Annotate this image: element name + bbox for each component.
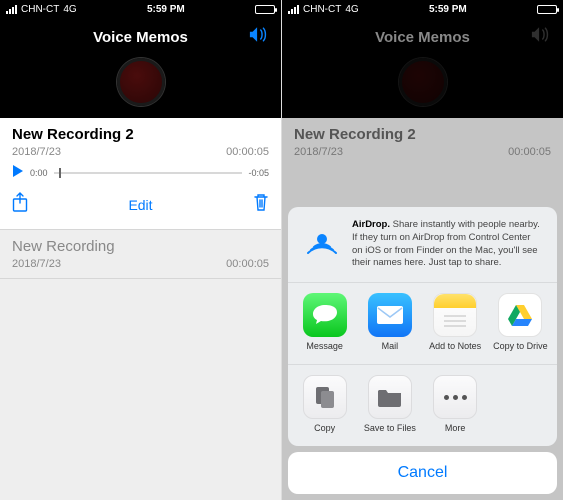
status-time: 5:59 PM bbox=[147, 4, 185, 15]
drive-icon bbox=[498, 293, 542, 337]
app-header: Voice Memos bbox=[282, 18, 563, 56]
trash-icon[interactable] bbox=[253, 192, 269, 217]
carrier-label: CHN-CT bbox=[303, 4, 341, 15]
share-label: Copy bbox=[314, 424, 335, 434]
record-button[interactable] bbox=[117, 58, 165, 106]
record-area bbox=[282, 56, 563, 118]
edit-button[interactable]: Edit bbox=[128, 197, 152, 213]
app-header: Voice Memos bbox=[0, 18, 281, 56]
notes-icon bbox=[433, 293, 477, 337]
cancel-button[interactable]: Cancel bbox=[288, 452, 557, 494]
recording-title: New Recording 2 bbox=[294, 126, 551, 143]
speaker-icon bbox=[529, 26, 551, 49]
status-time: 5:59 PM bbox=[429, 4, 467, 15]
recordings-list: New Recording 2 2018/7/23 00:00:05 0:00 … bbox=[0, 118, 281, 500]
more-icon bbox=[433, 375, 477, 419]
status-bar: CHN-CT 4G 5:59 PM bbox=[282, 0, 563, 18]
scrubber-thumb[interactable] bbox=[59, 168, 61, 178]
system-share-row: Copy Save to Files More bbox=[288, 364, 557, 446]
playback-start: 0:00 bbox=[30, 168, 48, 178]
recording-item-dimmed: New Recording 2 2018/7/23 00:00:05 bbox=[282, 118, 563, 166]
audio-player: 0:00 -0:05 Edit bbox=[12, 164, 269, 221]
recording-duration: 00:00:05 bbox=[226, 146, 269, 158]
recording-date: 2018/7/23 bbox=[294, 146, 343, 158]
scrubber-track[interactable] bbox=[54, 172, 243, 174]
share-sheet: AirDrop. Share instantly with people nea… bbox=[288, 207, 557, 494]
page-title: Voice Memos bbox=[93, 29, 188, 46]
mail-icon bbox=[368, 293, 412, 337]
carrier-label: CHN-CT bbox=[21, 4, 59, 15]
play-icon[interactable] bbox=[12, 164, 24, 182]
action-more[interactable]: More bbox=[423, 375, 488, 434]
recording-title: New Recording bbox=[12, 238, 269, 255]
record-area bbox=[0, 56, 281, 118]
share-mail[interactable]: Mail bbox=[357, 293, 422, 352]
action-copy[interactable]: Copy bbox=[292, 375, 357, 434]
signal-icon bbox=[288, 5, 299, 14]
network-label: 4G bbox=[63, 4, 76, 15]
record-button bbox=[399, 58, 447, 106]
copy-icon bbox=[303, 375, 347, 419]
recording-item[interactable]: New Recording 2018/7/23 00:00:05 bbox=[0, 230, 281, 279]
signal-icon bbox=[6, 5, 17, 14]
speaker-icon[interactable] bbox=[247, 26, 269, 49]
message-icon bbox=[303, 293, 347, 337]
recording-date: 2018/7/23 bbox=[12, 258, 61, 270]
airdrop-row[interactable]: AirDrop. Share instantly with people nea… bbox=[288, 207, 557, 283]
share-label: More bbox=[445, 424, 466, 434]
voice-memos-share-screen: CHN-CT 4G 5:59 PM Voice Memos New Record… bbox=[282, 0, 563, 500]
share-label: Add to Notes bbox=[429, 342, 481, 352]
share-label: Copy to Drive bbox=[493, 342, 548, 352]
share-drive[interactable]: Copy to Drive bbox=[488, 293, 553, 352]
share-notes[interactable]: Add to Notes bbox=[423, 293, 488, 352]
share-message[interactable]: Message bbox=[292, 293, 357, 352]
recording-title: New Recording 2 bbox=[12, 126, 269, 143]
modal-overlay[interactable]: New Recording 2 2018/7/23 00:00:05 AirDr… bbox=[282, 118, 563, 500]
share-label: Mail bbox=[382, 342, 399, 352]
page-title: Voice Memos bbox=[375, 29, 470, 46]
battery-icon bbox=[255, 5, 275, 14]
recording-duration: 00:00:05 bbox=[508, 146, 551, 158]
recording-date: 2018/7/23 bbox=[12, 146, 61, 158]
share-icon[interactable] bbox=[12, 192, 28, 217]
recording-item-expanded[interactable]: New Recording 2 2018/7/23 00:00:05 0:00 … bbox=[0, 118, 281, 230]
share-label: Save to Files bbox=[364, 424, 416, 434]
action-save-files[interactable]: Save to Files bbox=[357, 375, 422, 434]
voice-memos-main-screen: CHN-CT 4G 5:59 PM Voice Memos New Record… bbox=[0, 0, 282, 500]
airdrop-description: AirDrop. Share instantly with people nea… bbox=[352, 219, 543, 270]
playback-end: -0:05 bbox=[248, 168, 269, 178]
app-share-row: Message Mail bbox=[288, 283, 557, 364]
folder-icon bbox=[368, 375, 412, 419]
airdrop-icon bbox=[302, 219, 342, 264]
recording-duration: 00:00:05 bbox=[226, 258, 269, 270]
network-label: 4G bbox=[345, 4, 358, 15]
battery-icon bbox=[537, 5, 557, 14]
share-label: Message bbox=[306, 342, 343, 352]
status-bar: CHN-CT 4G 5:59 PM bbox=[0, 0, 281, 18]
